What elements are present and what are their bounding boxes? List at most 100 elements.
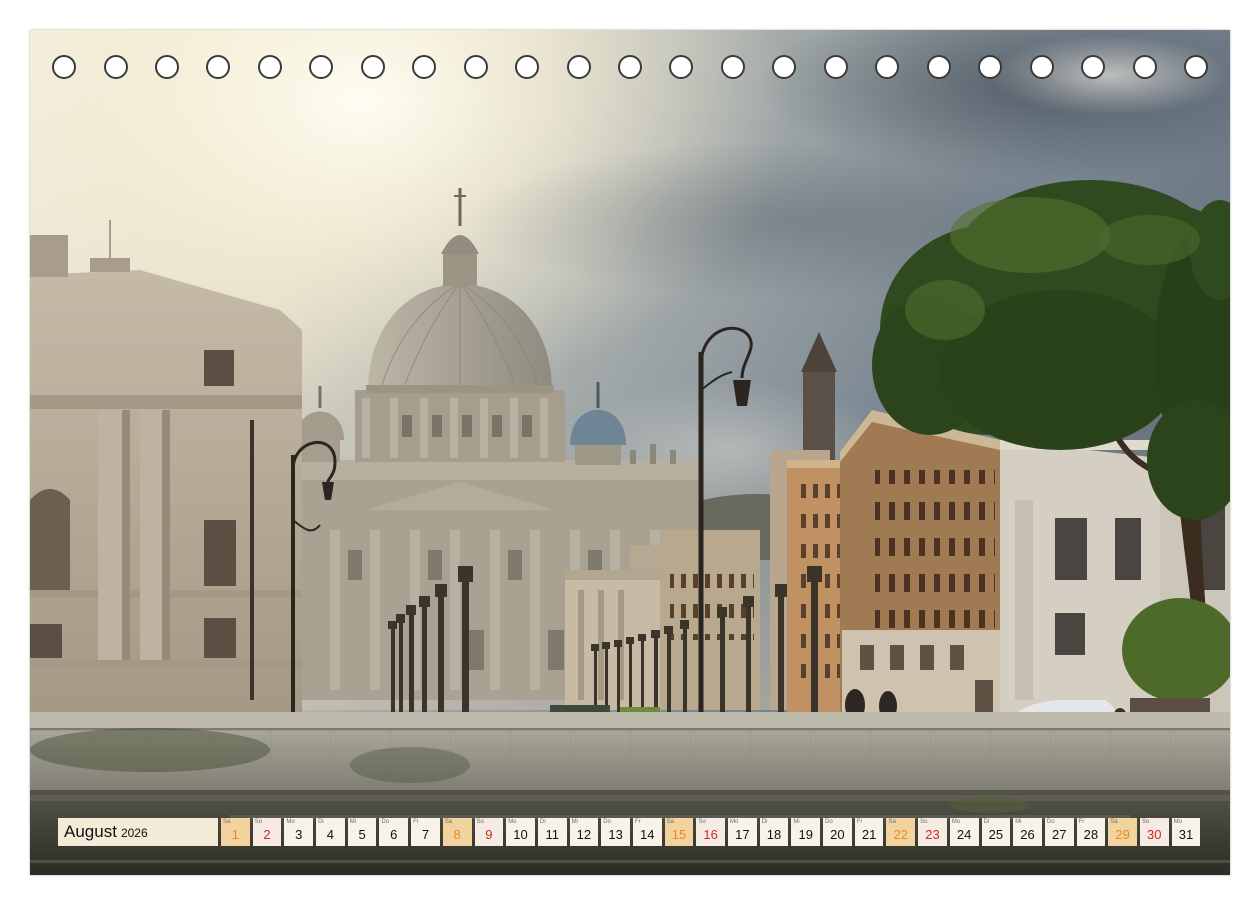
day-number: 17 xyxy=(735,827,750,842)
day-cells: Sa 1 So 2 Mo 3 Di 4 Mi 5 Do 6 Fr 7 Sa 8 So 9 Mo 10 Di 11 Mi 12 D… xyxy=(218,818,1201,846)
binding-hole xyxy=(154,55,179,79)
day-number: 28 xyxy=(1083,827,1099,842)
basilica-drum xyxy=(355,390,565,462)
day-weekday-label: So xyxy=(476,819,484,825)
day-cell: Mi 5 xyxy=(347,818,377,846)
day-number: 20 xyxy=(830,827,845,842)
day-cell: So 9 xyxy=(474,818,504,846)
day-weekday-label: Sa xyxy=(223,819,231,825)
day-cell: So 30 xyxy=(1139,818,1169,846)
day-cell: Do 20 xyxy=(823,818,852,846)
day-number: 16 xyxy=(703,827,718,842)
binding-hole xyxy=(618,55,642,79)
binding-hole xyxy=(206,55,231,79)
day-weekday-label: Do xyxy=(1046,819,1055,825)
day-number: 18 xyxy=(766,827,782,842)
day-cell: Fr 7 xyxy=(411,818,440,846)
day-cell: Fr 14 xyxy=(632,818,662,846)
day-number: 15 xyxy=(671,827,687,842)
binding-hole xyxy=(669,55,694,79)
month-label: August 2026 xyxy=(58,818,218,846)
day-cell: Di 18 xyxy=(759,818,789,846)
day-weekday-label: Fr xyxy=(634,819,641,825)
day-weekday-label: So xyxy=(254,819,263,825)
day-number: 26 xyxy=(1020,827,1035,842)
calendar-photo xyxy=(30,30,1230,875)
arched-window xyxy=(30,489,70,590)
month-year: 2026 xyxy=(120,826,148,840)
day-number: 1 xyxy=(231,827,239,842)
day-number: 11 xyxy=(545,827,559,842)
window xyxy=(204,618,236,658)
day-cell: Mi 26 xyxy=(1013,818,1042,846)
day-number: 12 xyxy=(576,827,592,842)
day-weekday-label: Mi xyxy=(793,819,800,825)
day-cell: Sa 29 xyxy=(1108,818,1137,846)
day-weekday-label: Di xyxy=(318,819,324,825)
day-number: 5 xyxy=(358,827,366,842)
day-weekday-label: Di xyxy=(539,819,546,825)
calendar-sheet: August 2026 Sa 1 So 2 Mo 3 Di 4 Mi 5 Do 6 Fr 7 Sa 8 So 9 Mo… xyxy=(30,30,1230,875)
day-weekday-label: Sa xyxy=(444,819,453,825)
day-weekday-label: Mi xyxy=(349,819,357,825)
day-cell: Sa 1 xyxy=(221,818,250,846)
day-number: 7 xyxy=(421,827,430,842)
window xyxy=(204,520,236,586)
day-weekday-label: Mo xyxy=(508,819,517,825)
day-number: 22 xyxy=(893,827,909,842)
calendar-strip: August 2026 Sa 1 So 2 Mo 3 Di 4 Mi 5 Do 6 Fr 7 Sa 8 So 9 Mo… xyxy=(58,818,1201,846)
day-cell: Do 6 xyxy=(379,818,409,846)
day-number: 4 xyxy=(326,827,335,842)
binding-hole xyxy=(1081,55,1105,79)
binding-hole xyxy=(463,55,488,79)
day-number: 9 xyxy=(485,827,493,842)
day-cell: Mi 19 xyxy=(791,818,821,846)
day-weekday-label: Mo xyxy=(1173,819,1182,825)
day-cell: Sa 22 xyxy=(886,818,916,846)
binding-hole xyxy=(1132,55,1157,79)
binding-hole xyxy=(566,55,591,79)
day-number: 23 xyxy=(925,827,940,842)
binding-hole xyxy=(515,55,540,79)
day-cell: So 23 xyxy=(918,818,947,846)
day-number: 31 xyxy=(1178,827,1194,842)
window xyxy=(204,350,234,386)
day-cell: Mo 10 xyxy=(506,818,535,846)
day-cell: Do 13 xyxy=(601,818,630,846)
binding-hole xyxy=(412,55,437,79)
binding-hole xyxy=(360,55,385,79)
day-weekday-label: So xyxy=(698,819,706,825)
day-cell: Fr 28 xyxy=(1076,818,1106,846)
binding-hole xyxy=(772,55,797,79)
binding-hole xyxy=(103,55,128,79)
day-weekday-label: Mo xyxy=(951,819,961,825)
binding-hole xyxy=(926,55,951,79)
day-number: 14 xyxy=(640,827,655,842)
day-cell: Do 27 xyxy=(1044,818,1074,846)
month-name: August xyxy=(64,822,117,841)
day-weekday-label: Fr xyxy=(856,819,863,825)
day-weekday-label: Mi xyxy=(1015,819,1022,825)
day-cell: Di 25 xyxy=(981,818,1011,846)
binding-hole xyxy=(52,55,76,79)
day-number: 30 xyxy=(1147,827,1162,842)
day-number: 21 xyxy=(861,827,877,842)
day-weekday-label: Fr xyxy=(413,819,419,825)
day-number: 25 xyxy=(988,827,1004,842)
day-cell: Mo 24 xyxy=(949,818,979,846)
day-cell: Mo 17 xyxy=(728,818,757,846)
day-cell: Di 11 xyxy=(537,818,567,846)
binding-hole xyxy=(257,55,282,79)
day-number: 10 xyxy=(513,827,528,842)
river-wall xyxy=(30,712,1230,875)
day-number: 6 xyxy=(390,827,398,842)
day-number: 27 xyxy=(1051,827,1067,842)
day-weekday-label: Di xyxy=(983,819,990,825)
day-number: 2 xyxy=(263,827,271,842)
day-number: 24 xyxy=(956,827,972,842)
binding-hole xyxy=(978,55,1003,79)
day-number: 13 xyxy=(608,827,623,842)
day-weekday-label: So xyxy=(1141,819,1150,825)
binding-hole xyxy=(1183,55,1208,79)
day-weekday-label: Do xyxy=(381,819,390,825)
